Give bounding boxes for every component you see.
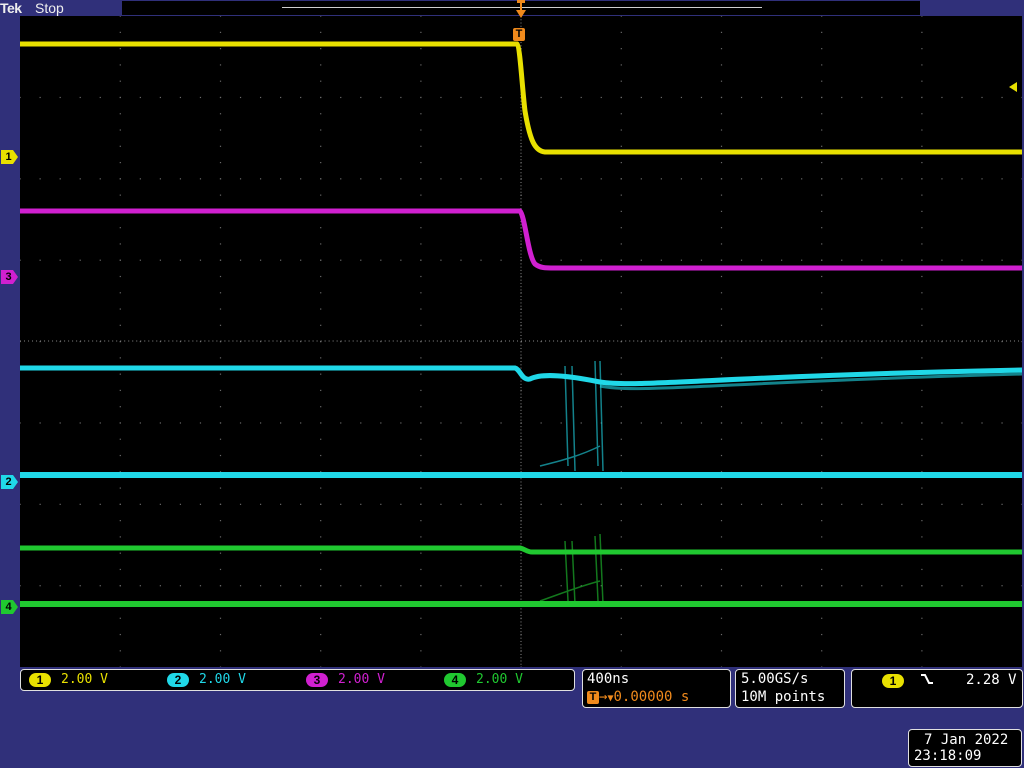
run-state[interactable]: Stop — [35, 0, 64, 16]
falling-edge-icon — [920, 672, 934, 690]
trigger-readout[interactable]: 1 2.28 V — [851, 669, 1023, 708]
trigger-t-icon: T — [587, 690, 599, 704]
graticule-grid — [20, 16, 1022, 667]
horizontal-settings-readout[interactable]: 400ns T →▼0.00000 s — [582, 669, 731, 708]
ch1-ground-marker[interactable]: 1 — [1, 150, 18, 164]
trigger-level: 2.28 V — [966, 672, 1017, 688]
waveforms — [20, 41, 1022, 607]
ch2-scale[interactable]: 2 2.00 V — [167, 672, 246, 688]
ch3-trace — [20, 208, 1022, 271]
vertical-settings-readout[interactable]: 1 2.00 V 2 2.00 V 3 2.00 V 4 2.00 V — [20, 669, 575, 691]
acquisition-readout[interactable]: 5.00GS/s 10M points — [735, 669, 845, 708]
trigger-level-marker[interactable] — [1009, 77, 1019, 92]
ch4-trace-upper — [20, 545, 1022, 555]
ch2-ground-marker[interactable]: 2 — [1, 475, 18, 489]
ch4-scale[interactable]: 4 2.00 V — [444, 672, 523, 688]
trigger-t-tag: T — [513, 24, 525, 43]
date: 7 Jan 2022 — [924, 732, 1009, 748]
waveform-display[interactable] — [20, 16, 1022, 667]
trigger-source: 1 — [882, 673, 914, 689]
graticule-svg — [20, 16, 1022, 667]
status-bar: Tek Stop — [0, 0, 1024, 16]
ch4-ground-marker[interactable]: 4 — [1, 600, 18, 614]
trigger-position-marker[interactable] — [516, 0, 526, 20]
ch4-glitches — [539, 533, 604, 605]
ch3-scale[interactable]: 3 2.00 V — [306, 672, 385, 688]
ch3-ground-marker[interactable]: 3 — [1, 270, 18, 284]
trigger-delay: T →▼0.00000 s — [587, 689, 689, 705]
timebase-scale: 400ns — [587, 671, 630, 687]
time: 23:18:09 — [914, 748, 982, 764]
record-length: 10M points — [741, 689, 826, 705]
sample-rate: 5.00GS/s — [741, 671, 809, 687]
brand-logo: Tek — [0, 0, 22, 16]
ch1-scale[interactable]: 1 2.00 V — [29, 672, 108, 688]
datetime-readout: 7 Jan 2022 23:18:09 — [908, 729, 1022, 767]
